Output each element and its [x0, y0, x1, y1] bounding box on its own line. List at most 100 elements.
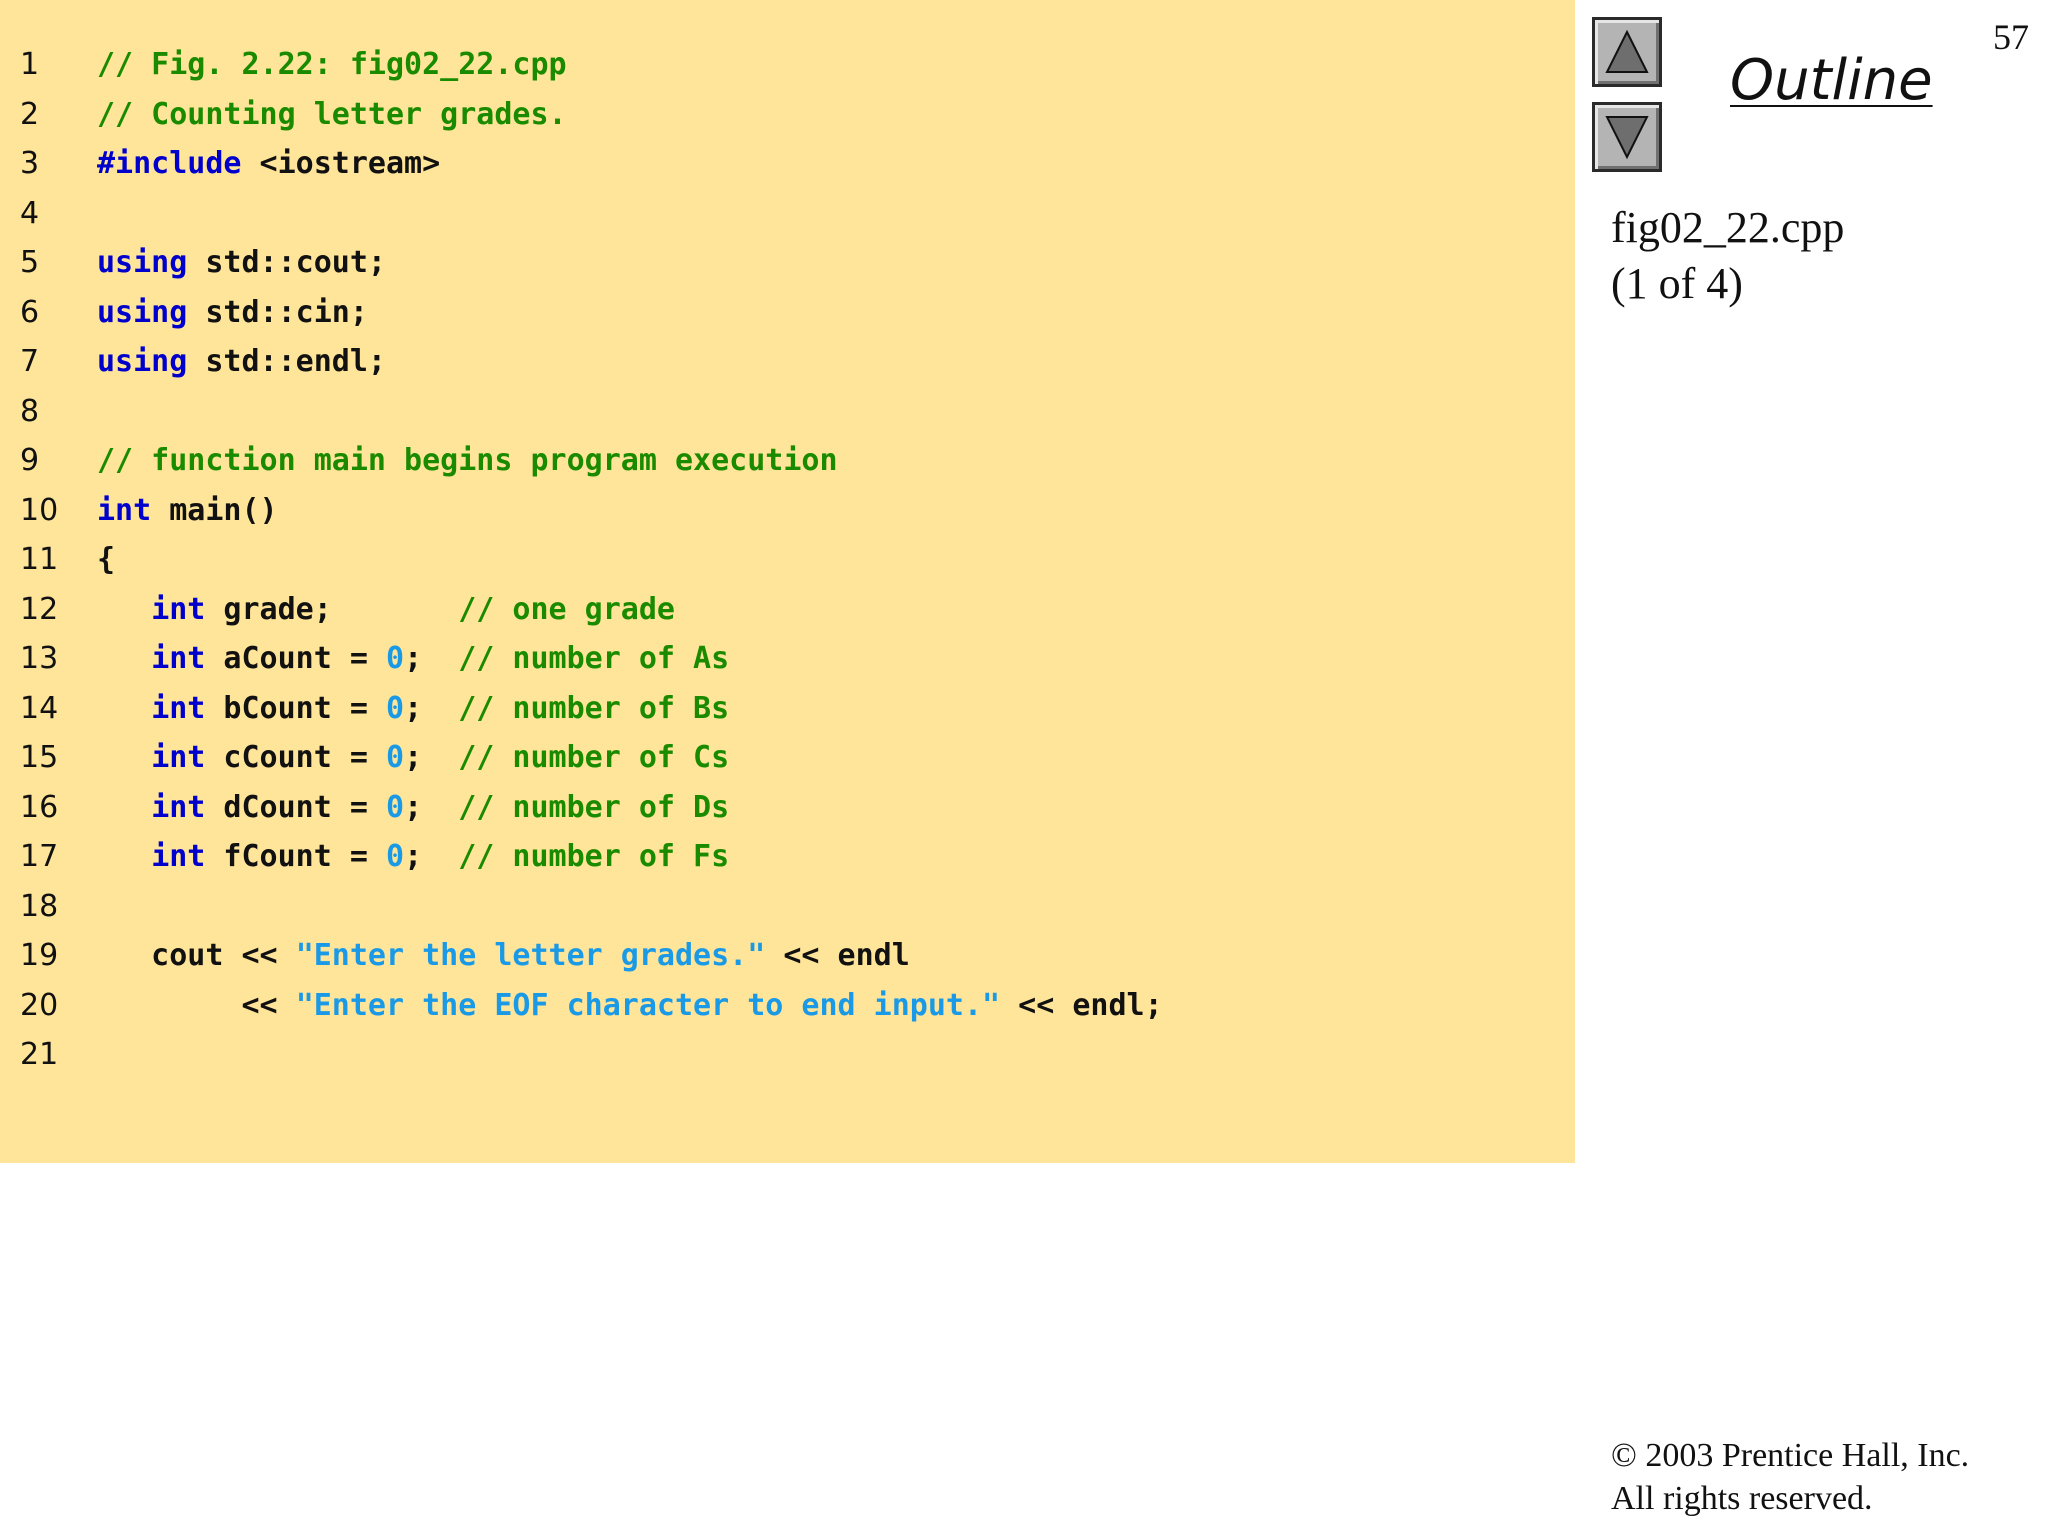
code-token-number: 0 — [386, 690, 405, 726]
previous-page-button[interactable] — [1592, 17, 1662, 87]
code-token-number: 0 — [386, 789, 405, 825]
code-line: // Counting letter grades. — [97, 90, 1163, 140]
code-token-plain: std::cout; — [187, 245, 386, 280]
code-panel: 1 2 3 4 5 6 7 8 9 10 11 12 13 14 15 16 17 18 19 20 21 // Fig… — [0, 0, 1575, 1163]
code-token-keyword: int — [151, 839, 206, 874]
line-number: 6 — [20, 294, 40, 330]
line-number: 18 — [20, 888, 59, 924]
code-token-comment: // number of Cs — [458, 740, 730, 775]
code-line: // function main begins program executio… — [97, 436, 1163, 486]
code-token-plain: dCount = — [205, 789, 386, 825]
code-token-keyword: using — [97, 294, 188, 330]
code-token-number: 0 — [386, 740, 405, 775]
code-listing: // Fig. 2.22: fig02_22.cpp // Counting le… — [97, 40, 1163, 1080]
line-number: 17 — [20, 839, 59, 874]
code-token-keyword: #include — [97, 146, 242, 181]
code-token-plain: cout << — [97, 938, 296, 973]
code-token-comment: // number of Ds — [458, 789, 730, 825]
code-token-plain: << endl; — [1000, 987, 1163, 1023]
code-token-plain: std::cin; — [187, 294, 368, 330]
code-token-keyword: int — [151, 789, 206, 825]
line-number-gutter: 1 2 3 4 5 6 7 8 9 10 11 12 13 14 15 16 17 18 19 20 21 — [20, 40, 58, 1080]
line-number: 16 — [20, 789, 59, 825]
code-token-comment: // number of Bs — [458, 690, 730, 726]
code-token-plain: aCount = — [205, 641, 386, 676]
code-token-plain: ; — [404, 839, 459, 874]
line-number: 20 — [20, 987, 59, 1023]
code-token-comment: // number of Fs — [458, 839, 730, 874]
line-number: 21 — [20, 1037, 59, 1072]
code-token-plain: { — [97, 542, 116, 577]
code-token-plain: << endl — [765, 938, 910, 973]
line-number: 1 — [20, 47, 40, 82]
line-number: 4 — [20, 195, 40, 231]
code-token-keyword: int — [151, 641, 206, 676]
code-token-number: 0 — [386, 641, 405, 676]
code-token-plain: main() — [151, 492, 278, 528]
page-indicator: (1 of 4) — [1611, 259, 1743, 308]
code-token-plain: ; — [404, 641, 459, 676]
code-line: cout << "Enter the letter grades." << en… — [97, 931, 1163, 981]
code-token-comment: // number of As — [458, 641, 730, 676]
code-token-plain: grade; — [205, 591, 459, 627]
line-number: 14 — [20, 690, 59, 726]
code-line: int cCount = 0; // number of Cs — [97, 733, 1163, 783]
copyright-notice: © 2003 Prentice Hall, Inc. — [1611, 1437, 1970, 1474]
code-token-plain: ; — [404, 690, 459, 726]
code-line: int dCount = 0; // number of Ds — [97, 783, 1163, 833]
code-token-string: "Enter the letter grades." — [295, 938, 766, 973]
code-token-keyword: int — [151, 591, 206, 627]
code-token-keyword: int — [151, 690, 206, 726]
code-token-plain: ; — [404, 789, 459, 825]
code-line: // Fig. 2.22: fig02_22.cpp — [97, 40, 1163, 90]
code-token-plain: <iostream> — [241, 146, 441, 181]
triangle-up-icon — [1605, 29, 1649, 73]
line-number: 11 — [20, 542, 59, 577]
line-number: 13 — [20, 641, 59, 676]
line-number: 8 — [20, 393, 40, 429]
code-token-comment: // function main begins program executio… — [97, 443, 838, 478]
outline-title: Outline — [1730, 48, 1933, 113]
line-number: 10 — [20, 492, 59, 528]
code-line: int aCount = 0; // number of As — [97, 634, 1163, 684]
rights-notice: All rights reserved. — [1611, 1480, 1873, 1517]
line-number: 9 — [20, 443, 40, 478]
code-token-comment: // one grade — [458, 591, 675, 627]
code-token-plain: << — [97, 987, 296, 1023]
line-number: 15 — [20, 740, 59, 775]
code-token-string: "Enter the EOF character to end input." — [295, 987, 1001, 1023]
code-token-comment: // Fig. 2.22: fig02_22.cpp — [97, 47, 567, 82]
code-line: int fCount = 0; // number of Fs — [97, 832, 1163, 882]
code-token-plain: bCount = — [205, 690, 386, 726]
code-line: using std::cout; — [97, 238, 1163, 288]
line-number: 12 — [20, 591, 59, 627]
code-line: << "Enter the EOF character to end input… — [97, 981, 1163, 1031]
code-line: using std::cin; — [97, 288, 1163, 338]
slide-number: 57 — [1993, 17, 2029, 57]
code-token-keyword: using — [97, 245, 188, 280]
code-line: int grade; // one grade — [97, 585, 1163, 635]
code-token-keyword: int — [97, 492, 152, 528]
code-line: { — [97, 535, 1163, 585]
next-page-button[interactable] — [1592, 102, 1662, 172]
code-token-plain: cCount = — [205, 740, 386, 775]
code-token-plain: ; — [404, 740, 459, 775]
code-token-plain: std::endl; — [187, 344, 386, 379]
code-line: int bCount = 0; // number of Bs — [97, 684, 1163, 734]
file-name: fig02_22.cpp — [1611, 203, 1845, 252]
code-line: using std::endl; — [97, 337, 1163, 387]
code-line: #include <iostream> — [97, 139, 1163, 189]
line-number: 2 — [20, 96, 40, 132]
line-number: 5 — [20, 245, 40, 280]
code-token-keyword: using — [97, 344, 188, 379]
line-number: 7 — [20, 344, 40, 379]
code-token-plain: fCount = — [205, 839, 386, 874]
